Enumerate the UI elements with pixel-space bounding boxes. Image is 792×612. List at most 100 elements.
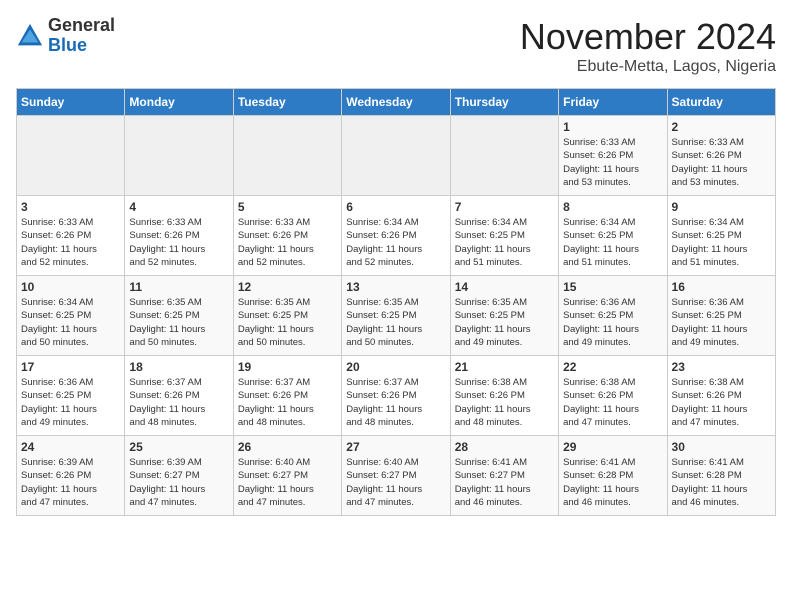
- calendar-cell: [450, 116, 558, 196]
- header-day-tuesday: Tuesday: [233, 89, 341, 116]
- calendar-cell: 17 Sunrise: 6:36 AM Sunset: 6:25 PM Dayli…: [17, 356, 125, 436]
- calendar-cell: 2 Sunrise: 6:33 AM Sunset: 6:26 PM Daylig…: [667, 116, 775, 196]
- week-row-4: 24Sunrise: 6:39 AM Sunset: 6:26 PM Dayli…: [17, 436, 776, 516]
- day-info: Sunrise: 6:37 AM Sunset: 6:26 PM Dayligh…: [346, 376, 445, 429]
- day-info: Sunrise: 6:36 AM Sunset: 6:25 PM Dayligh…: [672, 296, 771, 349]
- calendar-cell: 3 Sunrise: 6:33 AM Sunset: 6:26 PM Daylig…: [17, 196, 125, 276]
- day-number: 14: [455, 280, 554, 294]
- calendar-cell: 15Sunrise: 6:36 AM Sunset: 6:25 PM Dayli…: [559, 276, 667, 356]
- day-info: Sunrise: 6:33 AM Sunset: 6:26 PM Dayligh…: [238, 216, 337, 269]
- day-number: 17: [21, 360, 120, 374]
- day-info: Sunrise: 6:36 AM Sunset: 6:25 PM Dayligh…: [21, 376, 120, 429]
- day-number: 25: [129, 440, 228, 454]
- week-row-0: 1 Sunrise: 6:33 AM Sunset: 6:26 PM Daylig…: [17, 116, 776, 196]
- day-number: 30: [672, 440, 771, 454]
- calendar-cell: 18 Sunrise: 6:37 AM Sunset: 6:26 PM Dayli…: [125, 356, 233, 436]
- calendar-header-row: SundayMondayTuesdayWednesdayThursdayFrid…: [17, 89, 776, 116]
- calendar-subtitle: Ebute-Metta, Lagos, Nigeria: [520, 58, 776, 76]
- day-number: 11: [129, 280, 228, 294]
- calendar-cell: 9Sunrise: 6:34 AM Sunset: 6:25 PM Daylig…: [667, 196, 775, 276]
- calendar-cell: 27Sunrise: 6:40 AM Sunset: 6:27 PM Dayli…: [342, 436, 450, 516]
- day-number: 10: [21, 280, 120, 294]
- calendar-cell: 7 Sunrise: 6:34 AM Sunset: 6:25 PM Daylig…: [450, 196, 558, 276]
- day-number: 3: [21, 200, 120, 214]
- logo-text: General Blue: [48, 16, 115, 56]
- calendar-cell: 19 Sunrise: 6:37 AM Sunset: 6:26 PM Dayli…: [233, 356, 341, 436]
- day-info: Sunrise: 6:35 AM Sunset: 6:25 PM Dayligh…: [238, 296, 337, 349]
- week-row-1: 3 Sunrise: 6:33 AM Sunset: 6:26 PM Daylig…: [17, 196, 776, 276]
- day-info: Sunrise: 6:34 AM Sunset: 6:25 PM Dayligh…: [455, 216, 554, 269]
- day-number: 18: [129, 360, 228, 374]
- day-info: Sunrise: 6:33 AM Sunset: 6:26 PM Dayligh…: [672, 136, 771, 189]
- calendar-cell: 23 Sunrise: 6:38 AM Sunset: 6:26 PM Dayli…: [667, 356, 775, 436]
- day-info: Sunrise: 6:36 AM Sunset: 6:25 PM Dayligh…: [563, 296, 662, 349]
- day-info: Sunrise: 6:35 AM Sunset: 6:25 PM Dayligh…: [129, 296, 228, 349]
- calendar-cell: [125, 116, 233, 196]
- day-info: Sunrise: 6:34 AM Sunset: 6:26 PM Dayligh…: [346, 216, 445, 269]
- day-number: 5: [238, 200, 337, 214]
- week-row-2: 10 Sunrise: 6:34 AM Sunset: 6:25 PM Dayli…: [17, 276, 776, 356]
- day-number: 12: [238, 280, 337, 294]
- calendar-cell: 25 Sunrise: 6:39 AM Sunset: 6:27 PM Dayli…: [125, 436, 233, 516]
- day-info: Sunrise: 6:39 AM Sunset: 6:27 PM Dayligh…: [129, 456, 228, 509]
- calendar-body: 1 Sunrise: 6:33 AM Sunset: 6:26 PM Daylig…: [17, 116, 776, 516]
- day-info: Sunrise: 6:38 AM Sunset: 6:26 PM Dayligh…: [455, 376, 554, 429]
- calendar-cell: 11 Sunrise: 6:35 AM Sunset: 6:25 PM Dayli…: [125, 276, 233, 356]
- day-number: 23: [672, 360, 771, 374]
- calendar-cell: 20Sunrise: 6:37 AM Sunset: 6:26 PM Dayli…: [342, 356, 450, 436]
- day-info: Sunrise: 6:41 AM Sunset: 6:27 PM Dayligh…: [455, 456, 554, 509]
- calendar-cell: 4 Sunrise: 6:33 AM Sunset: 6:26 PM Daylig…: [125, 196, 233, 276]
- calendar-cell: 14 Sunrise: 6:35 AM Sunset: 6:25 PM Dayli…: [450, 276, 558, 356]
- calendar-cell: 22 Sunrise: 6:38 AM Sunset: 6:26 PM Dayli…: [559, 356, 667, 436]
- calendar-cell: [17, 116, 125, 196]
- calendar-cell: 10 Sunrise: 6:34 AM Sunset: 6:25 PM Dayli…: [17, 276, 125, 356]
- day-info: Sunrise: 6:38 AM Sunset: 6:26 PM Dayligh…: [563, 376, 662, 429]
- header-day-friday: Friday: [559, 89, 667, 116]
- calendar-cell: 28 Sunrise: 6:41 AM Sunset: 6:27 PM Dayli…: [450, 436, 558, 516]
- day-number: 16: [672, 280, 771, 294]
- day-info: Sunrise: 6:38 AM Sunset: 6:26 PM Dayligh…: [672, 376, 771, 429]
- day-number: 2: [672, 120, 771, 134]
- day-number: 6: [346, 200, 445, 214]
- day-number: 21: [455, 360, 554, 374]
- day-info: Sunrise: 6:35 AM Sunset: 6:25 PM Dayligh…: [346, 296, 445, 349]
- calendar-cell: 13 Sunrise: 6:35 AM Sunset: 6:25 PM Dayli…: [342, 276, 450, 356]
- day-info: Sunrise: 6:34 AM Sunset: 6:25 PM Dayligh…: [21, 296, 120, 349]
- calendar-cell: 21 Sunrise: 6:38 AM Sunset: 6:26 PM Dayli…: [450, 356, 558, 436]
- calendar-cell: 12 Sunrise: 6:35 AM Sunset: 6:25 PM Dayli…: [233, 276, 341, 356]
- day-number: 19: [238, 360, 337, 374]
- day-number: 7: [455, 200, 554, 214]
- calendar-table: SundayMondayTuesdayWednesdayThursdayFrid…: [16, 88, 776, 516]
- calendar-cell: 16 Sunrise: 6:36 AM Sunset: 6:25 PM Dayli…: [667, 276, 775, 356]
- logo: General Blue: [16, 16, 115, 56]
- calendar-cell: 30Sunrise: 6:41 AM Sunset: 6:28 PM Dayli…: [667, 436, 775, 516]
- logo-icon: [16, 22, 44, 50]
- day-number: 9: [672, 200, 771, 214]
- calendar-cell: 24Sunrise: 6:39 AM Sunset: 6:26 PM Dayli…: [17, 436, 125, 516]
- day-info: Sunrise: 6:35 AM Sunset: 6:25 PM Dayligh…: [455, 296, 554, 349]
- day-number: 27: [346, 440, 445, 454]
- calendar-cell: 6 Sunrise: 6:34 AM Sunset: 6:26 PM Daylig…: [342, 196, 450, 276]
- day-number: 28: [455, 440, 554, 454]
- day-info: Sunrise: 6:39 AM Sunset: 6:26 PM Dayligh…: [21, 456, 120, 509]
- calendar-cell: 5 Sunrise: 6:33 AM Sunset: 6:26 PM Daylig…: [233, 196, 341, 276]
- calendar-title: November 2024: [520, 16, 776, 58]
- header-day-thursday: Thursday: [450, 89, 558, 116]
- day-info: Sunrise: 6:37 AM Sunset: 6:26 PM Dayligh…: [238, 376, 337, 429]
- day-number: 26: [238, 440, 337, 454]
- week-row-3: 17 Sunrise: 6:36 AM Sunset: 6:25 PM Dayli…: [17, 356, 776, 436]
- day-number: 8: [563, 200, 662, 214]
- day-info: Sunrise: 6:33 AM Sunset: 6:26 PM Dayligh…: [21, 216, 120, 269]
- title-area: November 2024 Ebute-Metta, Lagos, Nigeri…: [520, 16, 776, 76]
- day-info: Sunrise: 6:33 AM Sunset: 6:26 PM Dayligh…: [129, 216, 228, 269]
- header-day-sunday: Sunday: [17, 89, 125, 116]
- day-number: 4: [129, 200, 228, 214]
- calendar-cell: 8Sunrise: 6:34 AM Sunset: 6:25 PM Daylig…: [559, 196, 667, 276]
- day-number: 13: [346, 280, 445, 294]
- day-info: Sunrise: 6:41 AM Sunset: 6:28 PM Dayligh…: [563, 456, 662, 509]
- header: General Blue November 2024 Ebute-Metta, …: [16, 16, 776, 76]
- day-number: 22: [563, 360, 662, 374]
- day-info: Sunrise: 6:37 AM Sunset: 6:26 PM Dayligh…: [129, 376, 228, 429]
- header-day-monday: Monday: [125, 89, 233, 116]
- day-number: 1: [563, 120, 662, 134]
